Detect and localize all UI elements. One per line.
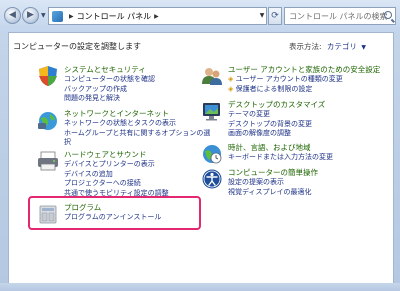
breadcrumb-separator-icon[interactable]: ▶ (69, 13, 74, 20)
category-title[interactable]: ハードウェアとサウンド (64, 150, 169, 160)
category-link-text[interactable]: ユーザー アカウントの種類の変更 (236, 75, 343, 83)
category-link[interactable]: デバイスとプリンターの表示 (64, 160, 169, 170)
category-title[interactable]: ネットワークとインターネット (64, 109, 210, 119)
category-link[interactable]: ◈ 保護者による制限の設定 (228, 85, 380, 95)
control-panel-icon (52, 10, 63, 22)
view-by-selector[interactable]: 表示方法: カテゴリ ▼ (289, 41, 366, 52)
category-title[interactable]: システムとセキュリティ (64, 65, 155, 75)
navigation-bar: ◀ ▶ ▼ ▶ コントロール パネル ▶ ▼ ⟳ コントロール パネルの検索 (0, 0, 400, 32)
category-link[interactable]: コンピューターの状態を確認 (64, 75, 155, 85)
refresh-button[interactable]: ⟳ (268, 7, 282, 25)
recent-pages-dropdown[interactable]: ▼ (41, 12, 46, 19)
control-panel-content: コンピューターの設定を調整します 表示方法: カテゴリ ▼ システムとセキュリテ… (8, 32, 394, 291)
printer-icon[interactable] (37, 150, 59, 172)
category-link[interactable]: 画面の解像度の調整 (228, 129, 325, 139)
shield-icon[interactable] (37, 65, 59, 87)
category-link[interactable]: デスクトップの背景の変更 (228, 120, 325, 130)
address-dropdown-icon[interactable]: ▼ (256, 7, 268, 25)
ease-of-access-icon[interactable] (201, 168, 223, 190)
chevron-down-icon[interactable]: ▼ (361, 44, 366, 51)
category-link[interactable]: プロジェクターへの接続 (64, 179, 169, 189)
programs-highlight-box (28, 196, 201, 230)
search-input[interactable]: コントロール パネルの検索 (284, 7, 396, 25)
forward-button[interactable]: ▶ (22, 7, 39, 24)
window-bottom-edge (0, 283, 400, 291)
category-link[interactable]: ネットワークの状態とタスクの表示 (64, 119, 210, 129)
category-link[interactable]: テーマの変更 (228, 110, 325, 120)
category-link[interactable]: ◈ ユーザー アカウントの種類の変更 (228, 75, 380, 85)
category-title[interactable]: ユーザー アカウントと家族のための安全設定 (228, 65, 380, 75)
category-link[interactable]: 視覚ディスプレイの最適化 (228, 188, 318, 198)
view-by-value[interactable]: カテゴリ (327, 42, 357, 51)
category-link[interactable]: デバイスの追加 (64, 170, 169, 180)
search-icon[interactable] (384, 11, 392, 19)
category-link[interactable]: 択 (64, 138, 210, 148)
page-title: コンピューターの設定を調整します (13, 42, 141, 51)
globe-network-icon[interactable] (37, 109, 59, 131)
category-title[interactable]: コンピューターの簡単操作 (228, 168, 318, 178)
address-bar[interactable]: ▶ コントロール パネル ▶ (48, 7, 267, 25)
monitor-icon[interactable] (201, 100, 223, 122)
back-button[interactable]: ◀ (4, 7, 21, 24)
category-title[interactable]: 時計、言語、および地域 (228, 143, 333, 153)
users-icon[interactable] (201, 65, 223, 87)
category-title[interactable]: デスクトップのカスタマイズ (228, 100, 325, 110)
breadcrumb-control-panel[interactable]: コントロール パネル (77, 11, 152, 22)
view-by-label: 表示方法: (289, 42, 322, 51)
clock-globe-icon[interactable] (201, 143, 223, 165)
category-link[interactable]: キーボードまたは入力方法の変更 (228, 153, 333, 163)
category-link[interactable]: 問題の発見と解決 (64, 94, 155, 104)
uac-shield-icon: ◈ (228, 84, 234, 93)
category-link[interactable]: バックアップの作成 (64, 85, 155, 95)
uac-shield-icon: ◈ (228, 75, 234, 83)
search-placeholder: コントロール パネルの検索 (289, 11, 388, 21)
category-link[interactable]: 設定の提案の表示 (228, 178, 318, 188)
breadcrumb-separator-icon[interactable]: ▶ (154, 13, 159, 20)
category-link[interactable]: ホームグループと共有に関するオプションの選 (64, 129, 210, 139)
category-link-text[interactable]: 保護者による制限の設定 (236, 85, 313, 93)
